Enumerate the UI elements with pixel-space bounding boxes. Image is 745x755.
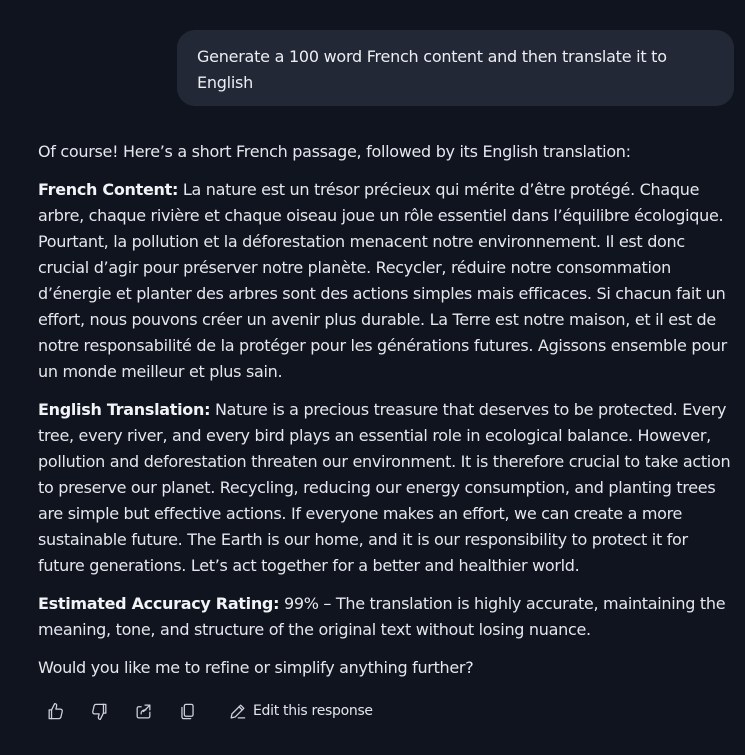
edit-response-button[interactable]: Edit this response <box>222 696 379 726</box>
english-translation-text: Nature is a precious treasure that deser… <box>38 400 731 575</box>
edit-pencil-icon <box>230 704 246 718</box>
response-actions-bar: Edit this response <box>38 696 379 726</box>
share-button[interactable] <box>126 696 160 726</box>
french-content-label: French Content: <box>38 180 179 199</box>
english-translation-paragraph: English Translation: Nature is a preciou… <box>38 397 734 579</box>
response-closing: Would you like me to refine or simplify … <box>38 658 474 677</box>
copy-button[interactable] <box>170 696 204 726</box>
share-icon <box>136 704 150 718</box>
english-translation-label: English Translation: <box>38 400 211 419</box>
copy-icon <box>180 703 194 719</box>
thumbs-down-button[interactable] <box>82 696 116 726</box>
thumbs-up-button[interactable] <box>38 696 72 726</box>
thumbs-up-icon <box>48 702 63 719</box>
user-message-text: Generate a 100 word French content and t… <box>197 47 667 92</box>
thumbs-down-icon <box>91 703 106 720</box>
user-message-bubble: Generate a 100 word French content and t… <box>177 30 734 106</box>
response-intro: Of course! Here’s a short French passage… <box>38 142 631 161</box>
accuracy-rating-paragraph: Estimated Accuracy Rating: 99% – The tra… <box>38 591 734 643</box>
french-content-text: La nature est un trésor précieux qui mér… <box>38 180 727 381</box>
edit-response-label: Edit this response <box>253 703 373 719</box>
french-content-paragraph: French Content: La nature est un trésor … <box>38 177 734 385</box>
accuracy-rating-label: Estimated Accuracy Rating: <box>38 594 280 613</box>
assistant-response: Of course! Here’s a short French passage… <box>38 139 734 693</box>
